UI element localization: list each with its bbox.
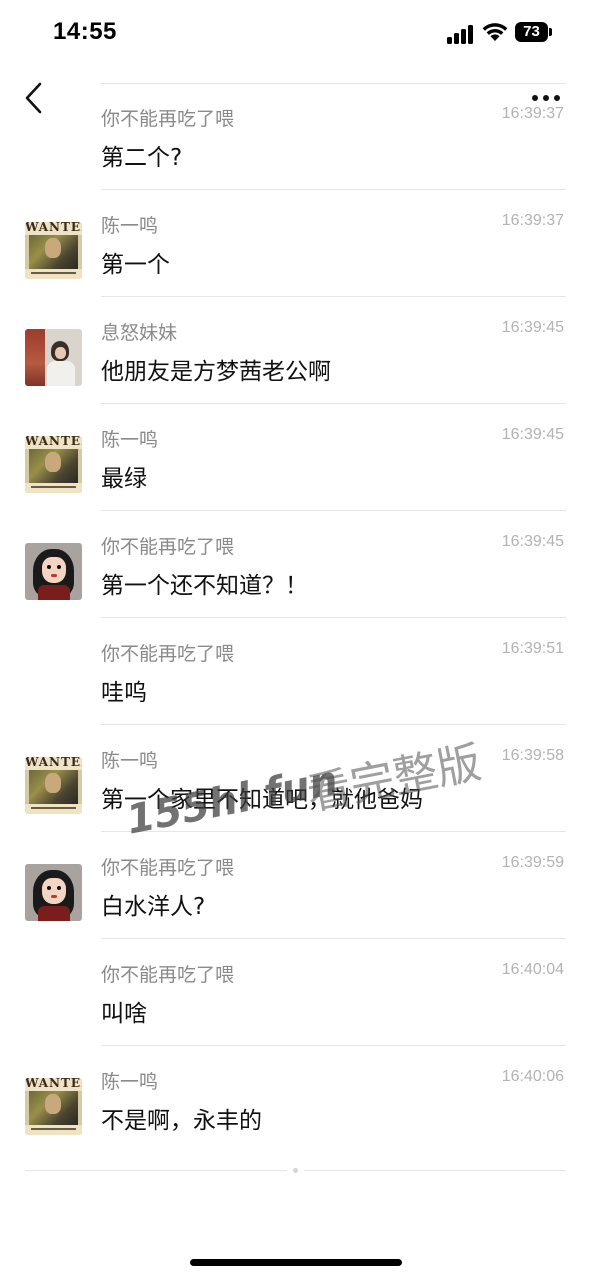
sender-name: 息怒妹妹	[101, 322, 178, 344]
message-timestamp: 16:39:37	[501, 212, 564, 229]
loading-dot	[293, 1168, 298, 1173]
cellular-signal-icon	[447, 24, 477, 44]
sender-name: 你不能再吃了喂	[101, 536, 235, 558]
sender-name: 你不能再吃了喂	[101, 964, 235, 986]
message-text: 第一个家里不知道吧，就他爸妈	[101, 787, 423, 813]
sender-name: 陈一鸣	[101, 1071, 159, 1093]
avatar[interactable]: WANTED	[25, 436, 82, 493]
avatar[interactable]	[25, 864, 82, 921]
sender-name: 陈一鸣	[101, 429, 159, 451]
message-timestamp: 16:40:04	[501, 961, 564, 978]
avatar[interactable]	[25, 543, 82, 600]
message-text: 不是啊，永丰的	[101, 1108, 262, 1134]
avatar[interactable]: WANTED	[25, 757, 82, 814]
message-text: 白水洋人?	[101, 894, 206, 920]
message-timestamp: 16:39:45	[501, 533, 564, 550]
message-text: 第一个	[101, 252, 170, 278]
message-list: 你不能再吃了喂 16:39:37 第二个? WANTED 陈一鸣 16:39:3…	[0, 83, 591, 1153]
message-timestamp: 16:39:45	[501, 319, 564, 336]
message-timestamp: 16:39:45	[501, 426, 564, 443]
message-text: 第二个?	[101, 145, 183, 171]
message-timestamp: 16:39:58	[501, 747, 564, 764]
message-item[interactable]: WANTED 陈一鸣 16:40:06 不是啊，永丰的	[0, 1046, 591, 1153]
message-item[interactable]: 你不能再吃了喂 16:39:59 白水洋人?	[0, 832, 591, 939]
message-text: 第一个还不知道？！	[101, 573, 308, 599]
sender-name: 陈一鸣	[101, 215, 159, 237]
message-text: 最绿	[101, 466, 147, 492]
home-indicator[interactable]	[190, 1259, 402, 1266]
battery-level: 73	[523, 23, 540, 40]
battery-icon: 73	[515, 22, 552, 42]
sender-name: 你不能再吃了喂	[101, 857, 235, 879]
message-item[interactable]: WANTED 陈一鸣 16:39:37 第一个	[0, 190, 591, 297]
message-item[interactable]: WANTED 陈一鸣 16:39:45 最绿	[0, 404, 591, 511]
message-timestamp: 16:39:51	[501, 640, 564, 657]
avatar[interactable]	[25, 329, 82, 386]
message-text: 他朋友是方梦茜老公啊	[101, 359, 331, 385]
message-item[interactable]: 你不能再吃了喂 16:39:45 第一个还不知道？！	[0, 511, 591, 618]
message-text: 叫啥	[101, 1001, 147, 1027]
message-item[interactable]: 你不能再吃了喂 16:39:37 第二个?	[0, 83, 591, 190]
sender-name: 你不能再吃了喂	[101, 108, 235, 130]
message-timestamp: 16:39:37	[501, 105, 564, 122]
divider	[25, 1170, 287, 1171]
wifi-icon	[482, 23, 508, 41]
message-text: 哇呜	[101, 680, 147, 706]
divider	[304, 1170, 566, 1171]
status-time: 14:55	[53, 18, 117, 45]
avatar[interactable]: WANTED	[25, 1078, 82, 1135]
message-item[interactable]: WANTED 陈一鸣 16:39:58 第一个家里不知道吧，就他爸妈	[0, 725, 591, 832]
message-timestamp: 16:40:06	[501, 1068, 564, 1085]
sender-name: 陈一鸣	[101, 750, 159, 772]
message-timestamp: 16:39:59	[501, 854, 564, 871]
message-item[interactable]: 你不能再吃了喂 16:39:51 哇呜	[0, 618, 591, 725]
message-item[interactable]: 你不能再吃了喂 16:40:04 叫啥	[0, 939, 591, 1046]
message-item[interactable]: 息怒妹妹 16:39:45 他朋友是方梦茜老公啊	[0, 297, 591, 404]
avatar[interactable]: WANTED	[25, 222, 82, 279]
sender-name: 你不能再吃了喂	[101, 643, 235, 665]
status-bar: 14:55 73	[0, 0, 591, 70]
